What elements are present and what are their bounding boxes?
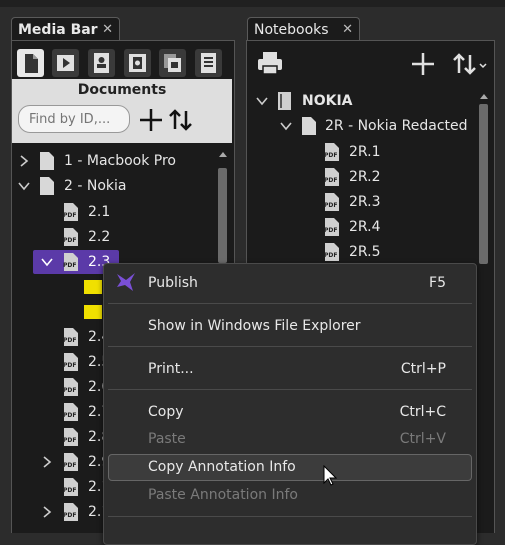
tree-item-2-2[interactable]: 2.2 — [88, 226, 110, 248]
tree-item-2-1[interactable]: 2.1 — [88, 201, 110, 223]
tree-item-nokia[interactable]: 2 - Nokia — [64, 175, 126, 197]
left-scrollbar-thumb[interactable] — [218, 168, 227, 263]
tab-label: Notebooks — [254, 22, 329, 38]
tree-item-2r-4[interactable]: 2R.4 — [349, 216, 381, 238]
pdf-icon: PDF — [63, 453, 78, 471]
svg-text:PDF: PDF — [63, 362, 76, 369]
chevron-down-icon[interactable] — [255, 94, 269, 108]
svg-text:PDF: PDF — [63, 462, 76, 469]
pdf-icon: PDF — [63, 228, 78, 246]
tree-item-2r[interactable]: 2R - Nokia Redacted — [325, 115, 468, 137]
video-icon — [57, 55, 74, 71]
sort-icon[interactable] — [168, 107, 194, 133]
menu-item-copy[interactable]: Copy Ctrl+C — [104, 399, 476, 425]
menu-separator — [108, 303, 472, 304]
tree-item-nokia-notebook[interactable]: NOKIA — [302, 90, 353, 112]
search-input[interactable] — [18, 105, 130, 133]
film-icon — [129, 54, 146, 72]
notebook-icon — [278, 92, 291, 110]
notes-tab-button[interactable] — [195, 49, 222, 77]
svg-text:PDF: PDF — [324, 252, 337, 259]
pdf-icon: PDF — [63, 378, 78, 396]
media-tab-button[interactable] — [124, 49, 151, 77]
sort-icon[interactable] — [452, 51, 490, 77]
svg-text:PDF: PDF — [63, 262, 76, 269]
layers-icon — [164, 54, 181, 72]
printer-icon[interactable] — [256, 50, 284, 76]
scroll-up-icon[interactable] — [479, 92, 489, 100]
pdf-icon: PDF — [63, 253, 78, 271]
close-icon[interactable]: ✕ — [102, 18, 113, 42]
menu-item-paste-annotation-info: Paste Annotation Info — [148, 487, 298, 503]
chevron-right-icon[interactable] — [40, 505, 54, 519]
cursor-icon — [323, 465, 337, 486]
pdf-icon: PDF — [63, 503, 78, 521]
pdf-icon: PDF — [63, 328, 78, 346]
menu-separator — [108, 516, 472, 517]
annotation-marker[interactable] — [84, 305, 102, 319]
pdf-icon: PDF — [63, 353, 78, 371]
svg-text:PDF: PDF — [324, 202, 337, 209]
menu-item-paste: Paste Ctrl+V — [148, 431, 446, 447]
svg-text:PDF: PDF — [63, 412, 76, 419]
svg-text:PDF: PDF — [324, 152, 337, 159]
contact-card-icon — [94, 53, 109, 73]
tree-item-2r-5[interactable]: 2R.5 — [349, 241, 381, 263]
chevron-right-icon[interactable] — [40, 455, 54, 469]
chevron-right-icon[interactable] — [17, 154, 31, 168]
pdf-icon: PDF — [63, 203, 78, 221]
pdf-icon: PDF — [324, 193, 339, 211]
document-icon — [302, 117, 316, 135]
menu-item-print[interactable]: Print... Ctrl+P — [104, 356, 476, 382]
menu-separator — [108, 389, 472, 390]
tab-media-bar[interactable]: Media Bar ✕ — [11, 17, 120, 41]
close-icon[interactable]: ✕ — [342, 18, 353, 42]
menu-separator — [108, 346, 472, 347]
svg-text:PDF: PDF — [63, 437, 76, 444]
right-scrollbar-thumb[interactable] — [479, 104, 488, 264]
svg-text:PDF: PDF — [324, 227, 337, 234]
tree-item-2r-2[interactable]: 2R.2 — [349, 166, 381, 188]
add-icon[interactable] — [410, 51, 436, 77]
menu-item-show-in-explorer[interactable]: Show in Windows File Explorer — [104, 313, 476, 339]
documents-tab-button[interactable] — [17, 49, 44, 77]
notes-icon — [201, 53, 216, 73]
svg-text:PDF: PDF — [63, 212, 76, 219]
context-menu: Publish F5 Show in Windows File Explorer … — [103, 263, 477, 545]
svg-text:PDF: PDF — [63, 237, 76, 244]
tab-notebooks[interactable]: Notebooks ✕ — [247, 17, 360, 41]
annotation-marker[interactable] — [84, 280, 102, 294]
video-tab-button[interactable] — [52, 49, 79, 77]
chevron-down-icon[interactable] — [17, 179, 31, 193]
tab-label: Media Bar — [18, 22, 98, 38]
chevron-down-icon[interactable] — [40, 255, 54, 269]
top-bar — [0, 0, 505, 7]
svg-text:PDF: PDF — [63, 512, 76, 519]
svg-text:PDF: PDF — [63, 337, 76, 344]
layers-tab-button[interactable] — [159, 49, 186, 77]
pdf-icon: PDF — [324, 243, 339, 261]
contacts-tab-button[interactable] — [88, 49, 115, 77]
pdf-icon: PDF — [63, 403, 78, 421]
pdf-icon: PDF — [63, 428, 78, 446]
svg-text:PDF: PDF — [63, 387, 76, 394]
pdf-icon: PDF — [324, 143, 339, 161]
document-icon — [25, 54, 38, 73]
menu-item-publish[interactable]: Publish F5 — [104, 270, 476, 296]
document-icon — [40, 152, 54, 170]
svg-text:PDF: PDF — [324, 177, 337, 184]
chevron-down-icon[interactable] — [279, 119, 293, 133]
add-icon[interactable] — [138, 107, 164, 133]
section-title: Documents — [77, 82, 167, 98]
menu-item-copy-annotation-info[interactable]: Copy Annotation Info — [104, 454, 476, 480]
svg-text:PDF: PDF — [63, 487, 76, 494]
pdf-icon: PDF — [63, 478, 78, 496]
tree-item-2r-3[interactable]: 2R.3 — [349, 191, 381, 213]
tree-item-2r-1[interactable]: 2R.1 — [349, 141, 381, 163]
pdf-icon: PDF — [324, 168, 339, 186]
tree-item-macbook[interactable]: 1 - Macbook Pro — [64, 150, 176, 172]
scroll-up-icon[interactable] — [218, 150, 228, 158]
document-icon — [40, 177, 54, 195]
pdf-icon: PDF — [324, 218, 339, 236]
